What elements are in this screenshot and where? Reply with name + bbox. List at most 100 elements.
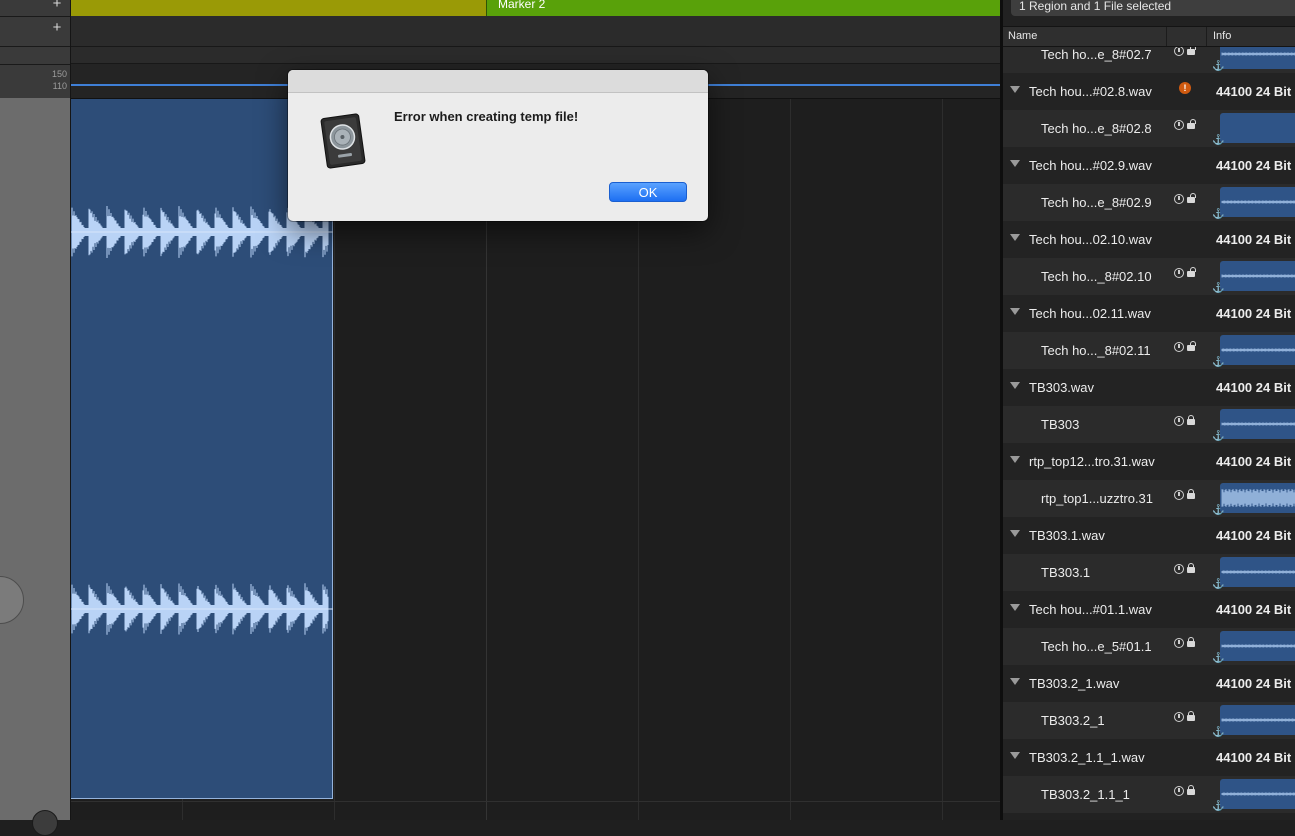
audio-file-row[interactable]: Tech hou...#02.9.wav 44100 24 Bit <box>1003 147 1295 184</box>
audio-file-row[interactable]: Tech hou...#02.8.wav! 44100 24 Bit <box>1003 73 1295 110</box>
dialog-titlebar[interactable] <box>288 70 708 93</box>
status-icons: ! <box>1173 82 1203 97</box>
grid-line <box>790 99 791 820</box>
lock-icon[interactable] <box>1187 637 1195 647</box>
global-track-lane <box>71 47 1000 64</box>
anchor-icon: ⚓ <box>1212 283 1225 294</box>
column-divider[interactable] <box>1166 27 1167 46</box>
error-alert-dialog: Error when creating temp file! OK <box>288 70 708 221</box>
region-waveform-thumbnail[interactable] <box>1220 409 1295 439</box>
audio-file-row[interactable]: Tech hou...#01.1.wav 44100 24 Bit <box>1003 591 1295 628</box>
status-icons <box>1173 785 1203 800</box>
region-waveform-thumbnail[interactable] <box>1220 483 1295 513</box>
lock-icon[interactable] <box>1187 563 1195 573</box>
disclosure-triangle-icon[interactable] <box>1010 604 1020 611</box>
gutter-divider <box>0 16 70 17</box>
audio-file-row[interactable]: TB303.2_1.wav 44100 24 Bit <box>1003 665 1295 702</box>
status-icons <box>1173 193 1203 208</box>
column-header-info[interactable]: Info <box>1213 30 1231 42</box>
clock-icon <box>1174 490 1184 500</box>
region-row[interactable]: TB303.2_1.1_1 ⚓ <box>1003 776 1295 813</box>
region-waveform-thumbnail[interactable] <box>1220 113 1295 143</box>
region-waveform-thumbnail[interactable] <box>1220 631 1295 661</box>
volume-knob-icon[interactable] <box>32 810 58 836</box>
disclosure-triangle-icon[interactable] <box>1010 382 1020 389</box>
region-waveform-thumbnail[interactable] <box>1220 779 1295 809</box>
anchor-icon: ⚓ <box>1212 579 1225 590</box>
tempo-range-readout: 150 110 <box>30 68 67 92</box>
region-waveform-thumbnail[interactable] <box>1220 335 1295 365</box>
audio-file-row[interactable]: Tech hou...02.10.wav 44100 24 Bit <box>1003 221 1295 258</box>
file-info: 44100 24 Bit <box>1216 750 1292 765</box>
lock-icon[interactable] <box>1187 785 1195 795</box>
region-row[interactable]: Tech ho..._8#02.10 ⚓ <box>1003 258 1295 295</box>
clock-icon <box>1174 342 1184 352</box>
lock-icon[interactable] <box>1187 119 1196 129</box>
browser-column-header: Name Info <box>1003 26 1295 47</box>
lock-icon[interactable] <box>1187 711 1195 721</box>
anchor-icon: ⚓ <box>1212 505 1225 516</box>
audio-file-row[interactable]: Tech hou...02.11.wav 44100 24 Bit <box>1003 295 1295 332</box>
region-row[interactable]: rtp_top1...uzztro.31 ⚓ <box>1003 480 1295 517</box>
file-name: TB303.2_1.1_1.wav <box>1029 750 1145 765</box>
region-name: TB303.2_1 <box>1041 713 1105 728</box>
file-info: 44100 24 Bit <box>1216 232 1292 247</box>
global-track-lane <box>71 16 1000 47</box>
region-waveform-thumbnail[interactable] <box>1220 557 1295 587</box>
column-divider[interactable] <box>1206 27 1207 46</box>
disclosure-triangle-icon[interactable] <box>1010 752 1020 759</box>
region-name: Tech ho...e_8#02.7 <box>1041 47 1152 62</box>
audio-file-row[interactable]: TB303.1.wav 44100 24 Bit <box>1003 517 1295 554</box>
disclosure-triangle-icon[interactable] <box>1010 86 1020 93</box>
region-row[interactable]: TB303.2_1 ⚓ <box>1003 702 1295 739</box>
lock-icon[interactable] <box>1187 489 1195 499</box>
region-name: TB303 <box>1041 417 1080 432</box>
anchor-icon: ⚓ <box>1212 653 1225 664</box>
region-waveform-thumbnail[interactable] <box>1220 187 1295 217</box>
region-waveform-thumbnail[interactable] <box>1220 261 1295 291</box>
region-row[interactable]: Tech ho...e_8#02.8 ⚓ <box>1003 110 1295 147</box>
region-row[interactable]: Tech ho..._8#02.11 ⚓ <box>1003 332 1295 369</box>
disclosure-triangle-icon[interactable] <box>1010 678 1020 685</box>
status-icons <box>1173 711 1203 726</box>
marker-region-2[interactable]: Marker 2 <box>486 0 1001 16</box>
warning-icon[interactable]: ! <box>1179 82 1191 94</box>
marker-region-1[interactable] <box>71 0 486 16</box>
logic-pro-app-icon <box>320 113 366 169</box>
lock-icon[interactable] <box>1187 267 1196 277</box>
marker-track: Marker 2 <box>71 0 1001 16</box>
add-global-track-plus-icon[interactable]: + <box>50 0 64 11</box>
audio-file-row[interactable]: TB303.wav 44100 24 Bit <box>1003 369 1295 406</box>
region-row[interactable]: Tech ho...e_8#02.9 ⚓ <box>1003 184 1295 221</box>
region-row[interactable]: TB303 ⚓ <box>1003 406 1295 443</box>
disclosure-triangle-icon[interactable] <box>1010 234 1020 241</box>
column-header-name[interactable]: Name <box>1008 30 1037 42</box>
browser-file-list[interactable]: Tech ho...e_8#02.7 ⚓ Tech hou...#02.8.wav!… <box>1003 0 1295 820</box>
ok-button[interactable]: OK <box>609 182 687 202</box>
anchor-icon: ⚓ <box>1212 61 1225 72</box>
region-row[interactable]: Tech ho...e_5#01.1 ⚓ <box>1003 628 1295 665</box>
region-row[interactable]: TB303.1 ⚓ <box>1003 554 1295 591</box>
audio-file-row[interactable]: rtp_top12...tro.31.wav 44100 24 Bit <box>1003 443 1295 480</box>
clock-icon <box>1174 120 1184 130</box>
tempo-min-value: 110 <box>52 81 67 91</box>
lock-icon[interactable] <box>1187 193 1196 203</box>
add-track-plus-icon[interactable]: + <box>50 20 64 35</box>
disclosure-triangle-icon[interactable] <box>1010 160 1020 167</box>
audio-file-row[interactable]: TB303.2_1.1_1.wav 44100 24 Bit <box>1003 739 1295 776</box>
anchor-icon: ⚓ <box>1212 209 1225 220</box>
lock-icon[interactable] <box>1187 45 1196 55</box>
lock-icon[interactable] <box>1187 415 1195 425</box>
disclosure-triangle-icon[interactable] <box>1010 530 1020 537</box>
status-icons <box>1173 267 1203 282</box>
file-info: 44100 24 Bit <box>1216 676 1292 691</box>
disclosure-triangle-icon[interactable] <box>1010 456 1020 463</box>
track-header[interactable] <box>0 98 70 820</box>
lock-icon[interactable] <box>1187 341 1196 351</box>
file-name: Tech hou...#01.1.wav <box>1029 602 1152 617</box>
region-waveform-thumbnail[interactable] <box>1220 705 1295 735</box>
disclosure-triangle-icon[interactable] <box>1010 308 1020 315</box>
pan-knob-icon[interactable] <box>0 576 24 624</box>
file-info: 44100 24 Bit <box>1216 454 1292 469</box>
status-icons <box>1173 489 1203 504</box>
